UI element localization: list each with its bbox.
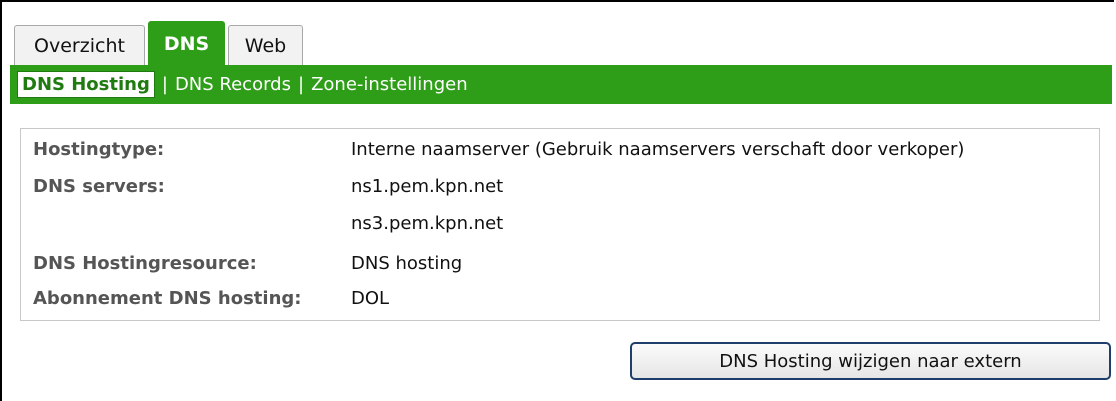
hostingresource-value: DNS hosting [351, 253, 463, 274]
dns-hosting-details: Hostingtype: Interne naamserver (Gebruik… [20, 128, 1100, 321]
subnav-item-zone-instellingen[interactable]: Zone-instellingen [311, 74, 468, 95]
dns-server-2-value: ns3.pem.kpn.net [351, 213, 504, 234]
hostingtype-label: Hostingtype: [33, 139, 165, 160]
tab-bar: Overzicht DNS Web [14, 21, 306, 65]
tab-overzicht[interactable]: Overzicht [14, 25, 145, 65]
tab-web[interactable]: Web [228, 25, 303, 65]
subnav-item-dns-hosting[interactable]: DNS Hosting [17, 71, 155, 98]
subnav-separator: | [297, 74, 305, 95]
subnav-item-dns-records[interactable]: DNS Records [175, 74, 291, 95]
change-to-external-button[interactable]: DNS Hosting wijzigen naar extern [630, 342, 1111, 380]
tab-dns[interactable]: DNS [148, 21, 225, 65]
page-frame: Overzicht DNS Web DNS Hosting | DNS Reco… [0, 0, 1114, 401]
subnav-separator: | [161, 74, 168, 95]
abonnement-label: Abonnement DNS hosting: [33, 288, 302, 309]
abonnement-value: DOL [351, 288, 390, 309]
hostingresource-label: DNS Hostingresource: [33, 253, 257, 274]
sub-navigation: DNS Hosting | DNS Records | Zone-instell… [10, 65, 1112, 104]
dns-servers-label: DNS servers: [33, 176, 165, 197]
hostingtype-value: Interne naamserver (Gebruik naamservers … [351, 139, 965, 160]
dns-server-1-value: ns1.pem.kpn.net [351, 176, 504, 197]
